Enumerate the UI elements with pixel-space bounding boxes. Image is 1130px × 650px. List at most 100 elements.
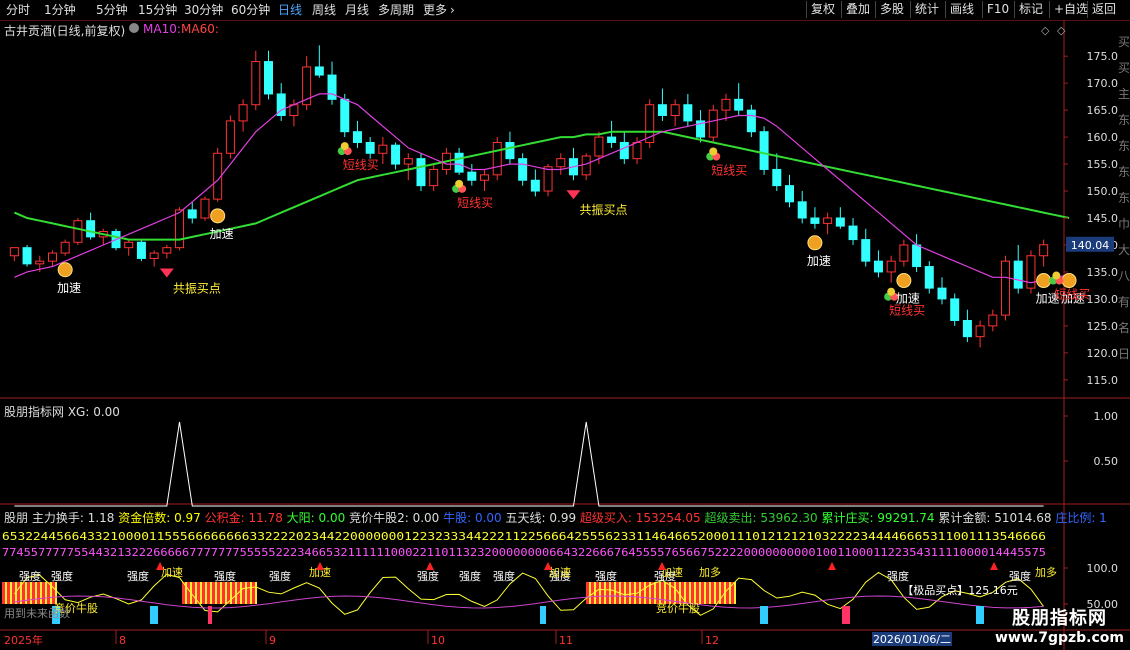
x-month-label: 12 <box>705 634 719 647</box>
striped-block <box>210 582 212 604</box>
x-month-label: 11 <box>559 634 573 647</box>
candle-body <box>1001 260 1011 316</box>
overlay-button[interactable]: 叠加 <box>841 1 874 18</box>
back-button[interactable]: 返回 <box>1087 1 1120 18</box>
candle-body <box>683 104 693 122</box>
f10-button[interactable]: F10 <box>982 1 1013 18</box>
period-tab-multi[interactable]: 多周期 <box>378 2 414 18</box>
striped-block <box>711 582 714 604</box>
candle-body <box>136 241 146 259</box>
period-tab-monthly[interactable]: 月线 <box>345 2 369 18</box>
candle-body <box>797 201 807 219</box>
striped-block <box>192 582 195 604</box>
short-buy-icon <box>1052 271 1061 280</box>
add-watchlist-button[interactable]: +自选 <box>1049 1 1092 18</box>
period-tab-daily[interactable]: 日线 <box>278 2 302 18</box>
striped-block <box>679 582 681 604</box>
period-tab-intraday[interactable]: 分时 <box>6 2 30 18</box>
chevron-right-icon[interactable]: › <box>450 2 455 18</box>
y-tick-label: 130.0 <box>1087 293 1119 306</box>
strength-label: 强度 <box>269 569 291 583</box>
candle-body <box>86 220 96 238</box>
striped-block <box>639 582 641 604</box>
nav-left-icon[interactable]: ◇ <box>1041 24 1049 37</box>
striped-block <box>721 582 724 604</box>
short-buy-icon <box>709 147 718 156</box>
indicator-value: 超级卖出: 53962.30 <box>705 510 822 525</box>
y-tick-label: 125.0 <box>1087 320 1119 333</box>
striped-block <box>716 582 719 604</box>
striped-block <box>661 582 664 604</box>
striped-block <box>589 582 591 604</box>
striped-block <box>586 582 589 604</box>
candle-body <box>924 266 934 289</box>
strength-label: 强度 <box>459 569 481 583</box>
striped-block <box>624 582 626 604</box>
last-price-label: 140.04 <box>1071 239 1110 252</box>
striped-block <box>225 582 227 604</box>
xg-indicator-panel <box>14 421 1044 507</box>
period-tab-more[interactable]: 更多 <box>423 2 447 18</box>
candle-body <box>505 141 515 160</box>
candle-body <box>35 260 45 265</box>
candle-body <box>352 131 362 143</box>
candle-body <box>556 158 566 168</box>
up-arrow-icon <box>990 562 998 570</box>
settings-dot-icon[interactable] <box>129 23 139 33</box>
striped-block <box>5 582 7 604</box>
candle-body <box>1039 244 1049 257</box>
candle-body <box>47 252 57 262</box>
ma60-label: MA60: <box>181 22 219 36</box>
watermark-url: www.7gpzb.com <box>994 630 1124 646</box>
candle-body <box>823 217 833 224</box>
xg-y-tick-label: 1.00 <box>1094 410 1119 423</box>
candle-body <box>467 171 477 181</box>
period-tab-15min[interactable]: 15分钟 <box>138 2 177 18</box>
multi-stock-button[interactable]: 多股 <box>875 1 908 18</box>
resonance-diamond-icon <box>159 268 174 278</box>
short-buy-icon <box>340 142 349 151</box>
short-buy-label: 短线买 <box>1054 288 1090 302</box>
period-toolbar: 分时 1分钟 5分钟 15分钟 30分钟 60分钟 日线 周线 月线 多周期 更… <box>0 0 1130 21</box>
period-tab-weekly[interactable]: 周线 <box>312 2 336 18</box>
volume-signal-bar <box>976 606 984 624</box>
candle-body <box>873 260 883 273</box>
indicator-value: 主力换手: 1.18 <box>32 511 118 525</box>
stock-chart[interactable]: 加速 共振买点加速短线买短线买共振买点短线买加速短线买加速 加速 加速短线买 股朋 主… <box>0 20 1130 650</box>
striped-block <box>220 582 222 604</box>
strength-label: 强度 <box>19 569 41 583</box>
momentum-line <box>14 595 1044 609</box>
period-tab-30min[interactable]: 30分钟 <box>184 2 223 18</box>
striped-block <box>40 582 42 604</box>
striped-block <box>242 582 245 604</box>
candle-body <box>607 136 617 143</box>
candle-body <box>251 61 261 106</box>
digit-row-2: 7745577777554432132226666677777775555522… <box>2 546 1046 559</box>
indicator-value: 资金倍数: 0.97 <box>118 510 204 525</box>
best-buy-label: 【极品买点】125.16元 <box>902 583 1018 597</box>
mark-button[interactable]: 标记 <box>1014 1 1047 18</box>
candle-body <box>200 198 210 219</box>
accel-label: 加速 <box>210 227 234 241</box>
period-tab-60min[interactable]: 60分钟 <box>231 2 270 18</box>
striped-block <box>245 582 247 604</box>
draw-button[interactable]: 画线 <box>945 1 978 18</box>
period-tab-1min[interactable]: 1分钟 <box>44 2 76 18</box>
striped-block <box>626 582 629 604</box>
stats-button[interactable]: 统计 <box>910 1 943 18</box>
striped-block <box>599 582 601 604</box>
candle-body <box>619 141 629 160</box>
xg-line <box>14 421 1044 507</box>
x-month-label: 8 <box>119 634 126 647</box>
short-buy-label: 短线买 <box>457 196 493 210</box>
adjust-button[interactable]: 复权 <box>806 1 839 18</box>
side-text-char: 买 <box>1118 35 1130 49</box>
period-tab-5min[interactable]: 5分钟 <box>96 2 128 18</box>
striped-block <box>55 582 57 604</box>
nav-right-icon[interactable]: ◇ <box>1057 24 1065 37</box>
accel-icon <box>1036 273 1052 289</box>
candle-body <box>848 225 858 241</box>
candle-body <box>581 155 591 176</box>
indicator-value: 累计金额: 51014.68 <box>938 510 1055 525</box>
candle-body <box>162 247 172 254</box>
